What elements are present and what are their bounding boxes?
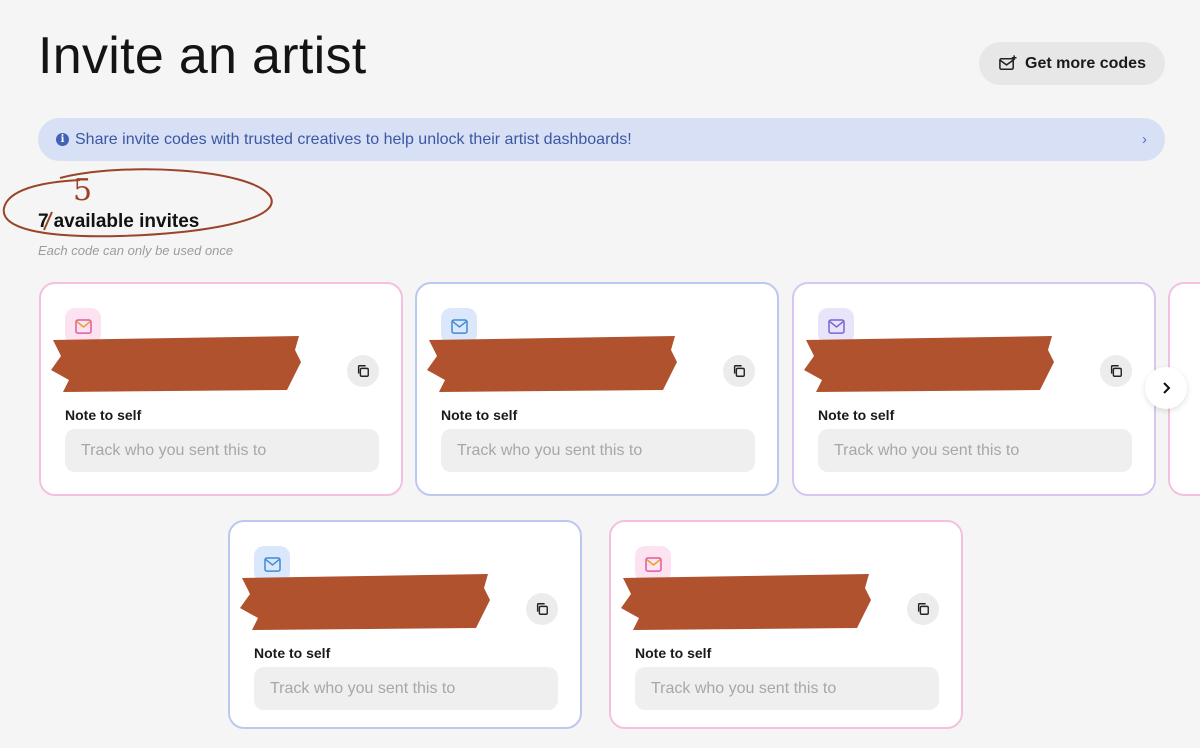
invite-card: Note to self <box>228 520 582 729</box>
invite-card: Note to self <box>415 282 779 496</box>
note-label: Note to self <box>818 407 895 423</box>
info-icon: i <box>56 133 69 146</box>
copy-button[interactable] <box>723 355 755 387</box>
redacted-code <box>804 336 1054 392</box>
note-input[interactable] <box>818 429 1132 472</box>
invite-count-label: available invites <box>53 211 200 232</box>
redacted-code <box>51 336 301 392</box>
copy-icon <box>357 365 369 377</box>
note-input[interactable] <box>254 667 558 710</box>
invite-card: Note to self <box>609 520 963 729</box>
copy-icon <box>1110 365 1122 377</box>
note-label: Note to self <box>65 407 142 423</box>
invites-subtitle: Each code can only be used once <box>38 243 234 258</box>
info-banner[interactable]: i Share invite codes with trusted creati… <box>38 118 1165 161</box>
banner-text: Share invite codes with trusted creative… <box>75 130 632 148</box>
note-input[interactable] <box>635 667 939 710</box>
invite-count: 7 <box>38 211 49 232</box>
note-label: Note to self <box>441 407 518 423</box>
note-label: Note to self <box>254 645 331 661</box>
note-input[interactable] <box>441 429 755 472</box>
copy-icon <box>733 365 745 377</box>
page-title: Invite an artist <box>38 27 367 85</box>
handwritten-number: 5 <box>73 173 92 208</box>
chevron-right-icon: › <box>1142 131 1147 148</box>
chevron-right-icon <box>1163 382 1171 394</box>
invite-card: Note to self <box>39 282 403 496</box>
get-more-codes-label: Get more codes <box>1025 54 1146 72</box>
get-more-codes-button[interactable]: Get more codes <box>979 42 1165 85</box>
copy-button[interactable] <box>347 355 379 387</box>
ticket-plus-icon <box>999 55 1017 70</box>
copy-icon <box>536 603 548 615</box>
redacted-code <box>621 574 871 630</box>
redacted-code <box>427 336 677 392</box>
copy-button[interactable] <box>526 593 558 625</box>
note-input[interactable] <box>65 429 379 472</box>
copy-button[interactable] <box>907 593 939 625</box>
handwritten-annotation: 5 <box>2 168 273 238</box>
available-invites-heading: 7 available invites <box>38 211 199 233</box>
copy-icon <box>917 603 929 615</box>
carousel-next-button[interactable] <box>1145 367 1187 409</box>
redacted-code <box>240 574 490 630</box>
copy-button[interactable] <box>1100 355 1132 387</box>
invite-card: Note to self <box>792 282 1156 496</box>
note-label: Note to self <box>635 645 712 661</box>
